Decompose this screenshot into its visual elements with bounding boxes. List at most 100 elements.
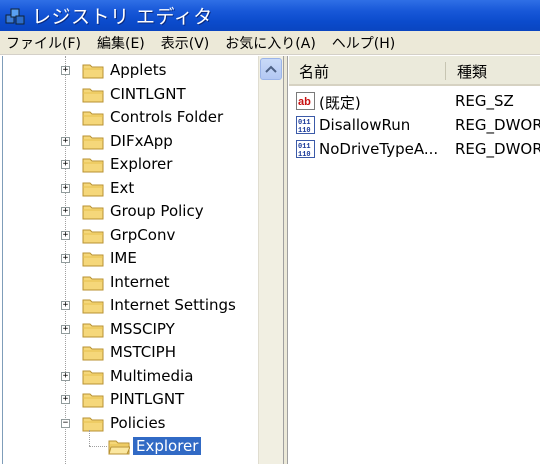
title-bar[interactable]: レジストリ エディタ: [0, 0, 540, 31]
tree-item[interactable]: + Ext: [0, 177, 260, 200]
expand-icon[interactable]: +: [61, 230, 70, 240]
tree-item-label: PINTLGNT: [110, 390, 185, 408]
folder-icon: [82, 135, 104, 149]
menu-bar: ファイル(F) 編集(E) 表示(V) お気に入り(A) ヘルプ(H): [0, 31, 540, 55]
tree-item[interactable]: Controls Folder: [0, 106, 260, 129]
column-header-type[interactable]: 種類: [447, 56, 540, 86]
folder-icon: [82, 276, 104, 290]
tree-item[interactable]: Internet: [0, 271, 260, 294]
folder-icon: [82, 182, 104, 196]
expand-icon[interactable]: +: [61, 183, 70, 193]
value-name: (既定): [319, 94, 361, 112]
folder-icon: [82, 64, 104, 79]
folder-icon: [82, 370, 104, 384]
tree-item-label: GrpConv: [110, 225, 176, 244]
expand-icon[interactable]: +: [61, 254, 70, 263]
binary-value-icon: 011 110: [296, 116, 315, 135]
expand-icon[interactable]: +: [61, 371, 70, 381]
menu-favorites[interactable]: お気に入り(A): [225, 33, 316, 53]
regedit-icon: [5, 8, 25, 24]
folder-icon: [82, 391, 104, 408]
tree-item-selected[interactable]: Explorer: [0, 435, 260, 458]
folder-icon: [82, 417, 104, 431]
tree-item-label: Multimedia: [110, 366, 194, 385]
folder-icon: [82, 299, 104, 314]
value-row[interactable]: ab (既定) REG_SZ: [289, 89, 540, 113]
tree-item-label: Internet Settings: [110, 296, 236, 314]
window-title: レジストリ エディタ: [32, 6, 213, 28]
tree-item[interactable]: + Applets: [0, 59, 260, 82]
folder-icon: [82, 88, 104, 102]
folder-icon: [82, 205, 104, 220]
folder-icon: [82, 393, 104, 408]
tree-item[interactable]: + Explorer: [0, 153, 260, 176]
folder-icon: [82, 415, 104, 432]
tree-scrollbar[interactable]: [258, 56, 283, 464]
column-header-name[interactable]: 名前: [289, 56, 447, 86]
tree-item[interactable]: + Multimedia: [0, 365, 260, 388]
open-folder-icon: [108, 438, 131, 455]
folder-icon: [82, 252, 104, 267]
key-tree[interactable]: + Applets CINTLGNT Controls Folder + DIFx…: [0, 56, 284, 464]
svg-text:011: 011: [298, 143, 311, 151]
expand-icon[interactable]: +: [61, 160, 70, 169]
tree-item[interactable]: CINTLGNT: [0, 83, 260, 106]
binary-value-icon: 011 110: [296, 116, 315, 135]
tree-item-label: Policies: [110, 413, 166, 432]
string-value-icon: ab: [296, 92, 315, 110]
menu-help[interactable]: ヘルプ(H): [332, 33, 395, 53]
scroll-up-button[interactable]: [260, 58, 282, 80]
folder-icon: [82, 368, 104, 385]
binary-value-icon: 011 110: [296, 140, 315, 159]
tree-item[interactable]: + DIFxApp: [0, 130, 260, 153]
folder-icon: [82, 323, 104, 337]
value-name: NoDriveTypeA...: [319, 140, 439, 158]
folder-icon: [82, 344, 104, 361]
expand-icon[interactable]: +: [61, 301, 70, 310]
tree-item-label: Internet: [110, 272, 170, 291]
column-type-label: 種類: [457, 62, 488, 81]
folder-icon: [82, 109, 104, 126]
folder-icon: [82, 227, 104, 244]
tree-item[interactable]: + Group Policy: [0, 200, 260, 223]
folder-icon: [82, 62, 104, 79]
svg-text:ab: ab: [298, 96, 311, 108]
folder-icon: [82, 156, 104, 173]
menu-file[interactable]: ファイル(F): [6, 33, 81, 53]
tree-item[interactable]: MSTCIPH: [0, 341, 260, 364]
folder-icon: [82, 346, 104, 361]
menu-view[interactable]: 表示(V): [161, 33, 210, 53]
tree-item-label-selected: Explorer: [133, 437, 202, 455]
tree-item-label: Ext: [110, 178, 135, 197]
chevron-up-icon: [265, 65, 277, 73]
tree-item[interactable]: − Policies: [0, 412, 260, 435]
menu-edit[interactable]: 編集(E): [97, 33, 145, 53]
tree-item-label: CINTLGNT: [110, 84, 186, 103]
expand-icon[interactable]: +: [61, 66, 70, 75]
svg-text:011: 011: [298, 119, 311, 127]
expand-icon[interactable]: +: [61, 395, 70, 404]
expand-icon[interactable]: +: [61, 207, 70, 216]
pane-splitter[interactable]: [284, 56, 288, 464]
column-name-label: 名前: [299, 62, 330, 81]
tree-item-label: Controls Folder: [110, 108, 224, 126]
value-list[interactable]: 名前 種類 ab (既定) REG_SZ 011 110 DisallowRun REG…: [289, 56, 540, 464]
collapse-icon[interactable]: −: [61, 418, 70, 428]
folder-icon: [82, 321, 104, 338]
string-value-icon: ab: [296, 92, 315, 110]
column-divider[interactable]: [445, 62, 446, 80]
tree-item-label: MSTCIPH: [110, 343, 176, 361]
tree-item[interactable]: + PINTLGNT: [0, 388, 260, 411]
expand-icon[interactable]: +: [61, 324, 70, 334]
tree-item[interactable]: + MSSCIPY: [0, 318, 260, 341]
tree-item[interactable]: + IME: [0, 247, 260, 270]
folder-icon: [82, 274, 104, 291]
folder-icon: [82, 203, 104, 220]
tree-item[interactable]: + GrpConv: [0, 224, 260, 247]
list-header: 名前 種類: [289, 56, 540, 86]
value-row[interactable]: 011 110DisallowRunREG_DWORD: [289, 113, 540, 137]
expand-icon[interactable]: +: [61, 136, 70, 146]
tree-item[interactable]: + Internet Settings: [0, 294, 260, 317]
value-type: REG_SZ: [455, 92, 514, 110]
value-row[interactable]: 011 110NoDriveTypeA...REG_DWORD: [289, 137, 540, 161]
